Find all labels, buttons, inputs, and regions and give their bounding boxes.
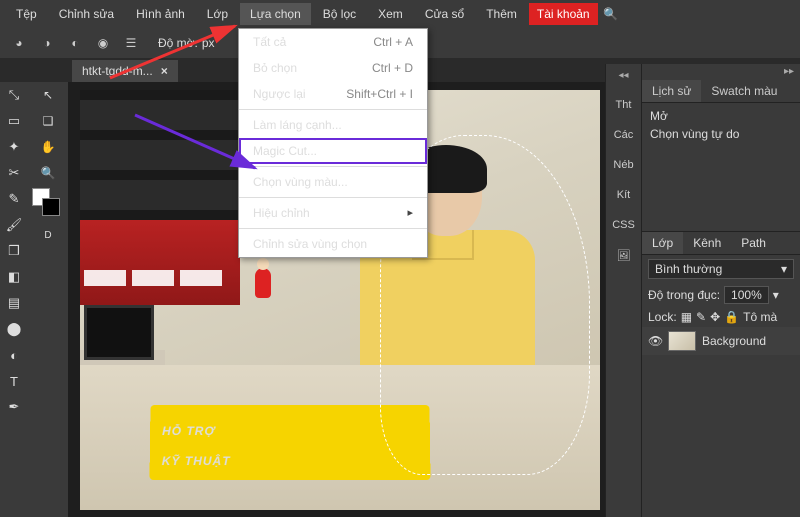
background-color[interactable]	[42, 198, 60, 216]
menubar: Tệp Chỉnh sửa Hình ảnh Lớp Lựa chọn Bộ l…	[0, 0, 800, 28]
history-item[interactable]: Mở	[650, 109, 792, 123]
paths-tab[interactable]: Path	[731, 232, 776, 254]
menu-select-all[interactable]: Tất cảCtrl + A	[239, 29, 427, 55]
color-swatches[interactable]	[28, 186, 68, 222]
menu-edit[interactable]: Chỉnh sửa	[49, 3, 124, 25]
menu-layer[interactable]: Lớp	[197, 3, 238, 25]
chevron-down-icon[interactable]: ▾	[773, 288, 779, 302]
eraser-tool[interactable]: ◧	[0, 264, 28, 290]
fill-label: Tô mà	[743, 310, 777, 324]
expand-icon[interactable]: ⤡	[0, 82, 28, 108]
visibility-icon[interactable]: 👁	[648, 334, 662, 348]
chevron-down-icon: ▾	[781, 262, 787, 276]
lasso-tool[interactable]: ❑	[28, 108, 68, 134]
marquee-tool[interactable]: ▭	[0, 108, 28, 134]
channels-tab[interactable]: Kênh	[683, 232, 731, 254]
history-item[interactable]: Chọn vùng tự do	[650, 127, 792, 141]
signboard: HỖ TRỢKỸ THUẬT	[150, 405, 431, 480]
eyedropper-tool[interactable]: ✎	[0, 186, 28, 212]
toolbox-outer: ⤡ ▭ ✦ ✂ ✎ 🖌 ❒ ◧ ▤ ⬤ ◐ T ✒	[0, 82, 28, 420]
layer-row[interactable]: 👁 Background	[642, 327, 800, 355]
stamp-tool[interactable]: ❒	[0, 238, 28, 264]
search-icon[interactable]: 🔍	[600, 3, 622, 25]
blend-mode-select[interactable]: Bình thường▾	[648, 259, 794, 279]
lock-label: Lock:	[648, 310, 677, 324]
menu-icon[interactable]: ☰	[120, 32, 142, 54]
wand-tool[interactable]: ✦	[0, 134, 28, 160]
strip-label-1[interactable]: Tht	[616, 99, 632, 111]
menu-account[interactable]: Tài khoản	[529, 3, 598, 25]
menu-select[interactable]: Lựa chọn	[240, 3, 311, 25]
gradient-tool[interactable]: ▤	[0, 290, 28, 316]
image-icon[interactable]: 🖼	[617, 249, 631, 262]
crop-tool[interactable]: ✂	[0, 160, 28, 186]
opacity-value[interactable]: px	[202, 36, 215, 50]
panel-strip: ◂◂ Tht Các Néb Kít CSS 🖼	[605, 64, 641, 517]
collapse-icon[interactable]: ◂◂	[618, 70, 628, 81]
strip-label-2[interactable]: Các	[614, 129, 634, 141]
history-tab[interactable]: Lịch sử	[642, 80, 701, 102]
dodge-tool[interactable]: ◐	[0, 342, 28, 368]
lock-move-icon[interactable]: ✥	[710, 310, 720, 324]
menu-image[interactable]: Hình ảnh	[126, 3, 195, 25]
brush-shape4-icon[interactable]: ◉	[92, 32, 114, 54]
toolbox-inner: ↖ ❑ ✋ 🔍 D	[28, 82, 68, 248]
lock-brush-icon[interactable]: ✎	[696, 310, 706, 324]
history-panel: Mở Chọn vùng tự do	[642, 103, 800, 232]
hand-tool[interactable]: ✋	[28, 134, 68, 160]
menu-inverse[interactable]: Ngược lạiShift+Ctrl + I	[239, 81, 427, 107]
swatches-tab[interactable]: Swatch màu	[701, 80, 787, 102]
brush-tool[interactable]: 🖌	[0, 212, 28, 238]
menu-window[interactable]: Cửa sổ	[415, 3, 474, 25]
right-panels: ▸▸ Lịch sử Swatch màu Mở Chọn vùng tự do…	[641, 64, 800, 517]
layer-opacity-label: Độ trong đục:	[648, 288, 720, 302]
menu-modify[interactable]: Hiệu chỉnh	[239, 200, 427, 226]
type-tool[interactable]: T	[0, 368, 28, 394]
layer-name[interactable]: Background	[702, 334, 766, 348]
layers-tab[interactable]: Lớp	[642, 232, 683, 254]
menu-more[interactable]: Thêm	[476, 3, 527, 25]
menu-file[interactable]: Tệp	[6, 3, 47, 25]
menu-filter[interactable]: Bộ lọc	[313, 3, 366, 25]
lock-transparency-icon[interactable]: ▦	[681, 310, 692, 324]
move-tool[interactable]: ↖	[28, 82, 68, 108]
pen-tool[interactable]: ✒	[0, 394, 28, 420]
brush-shape-icon[interactable]: ◕	[8, 32, 30, 54]
layer-thumbnail[interactable]	[668, 331, 696, 351]
opacity-label: Độ mờ:	[158, 36, 198, 50]
menu-magic-cut[interactable]: Magic Cut...	[239, 138, 427, 164]
document-tab[interactable]: htkt-tgdd-m... ×	[72, 60, 178, 82]
brush-shape2-icon[interactable]: ◑	[36, 32, 58, 54]
layer-opacity-value[interactable]: 100%	[724, 286, 769, 304]
lock-all-icon[interactable]: 🔒	[724, 310, 739, 324]
menu-edit-selection[interactable]: Chỉnh sửa vùng chọn	[239, 231, 427, 257]
brush-shape3-icon[interactable]: ◐	[64, 32, 86, 54]
strip-label-3[interactable]: Néb	[613, 159, 633, 171]
blur-tool[interactable]: ⬤	[0, 316, 28, 342]
menu-refine-edge[interactable]: Làm láng cạnh...	[239, 112, 427, 138]
strip-label-5[interactable]: CSS	[612, 219, 635, 231]
menu-deselect[interactable]: Bỏ chọnCtrl + D	[239, 55, 427, 81]
close-icon[interactable]: ×	[161, 64, 168, 78]
strip-label-4[interactable]: Kít	[617, 189, 630, 201]
select-menu-dropdown: Tất cảCtrl + A Bỏ chọnCtrl + D Ngược lại…	[238, 28, 428, 258]
collapse-panels-icon[interactable]: ▸▸	[642, 64, 800, 79]
zoom-tool[interactable]: 🔍	[28, 160, 68, 186]
document-title: htkt-tgdd-m...	[82, 64, 153, 78]
menu-view[interactable]: Xem	[368, 3, 413, 25]
swatch-reset[interactable]: D	[28, 222, 68, 248]
menu-color-range[interactable]: Chọn vùng màu...	[239, 169, 427, 195]
